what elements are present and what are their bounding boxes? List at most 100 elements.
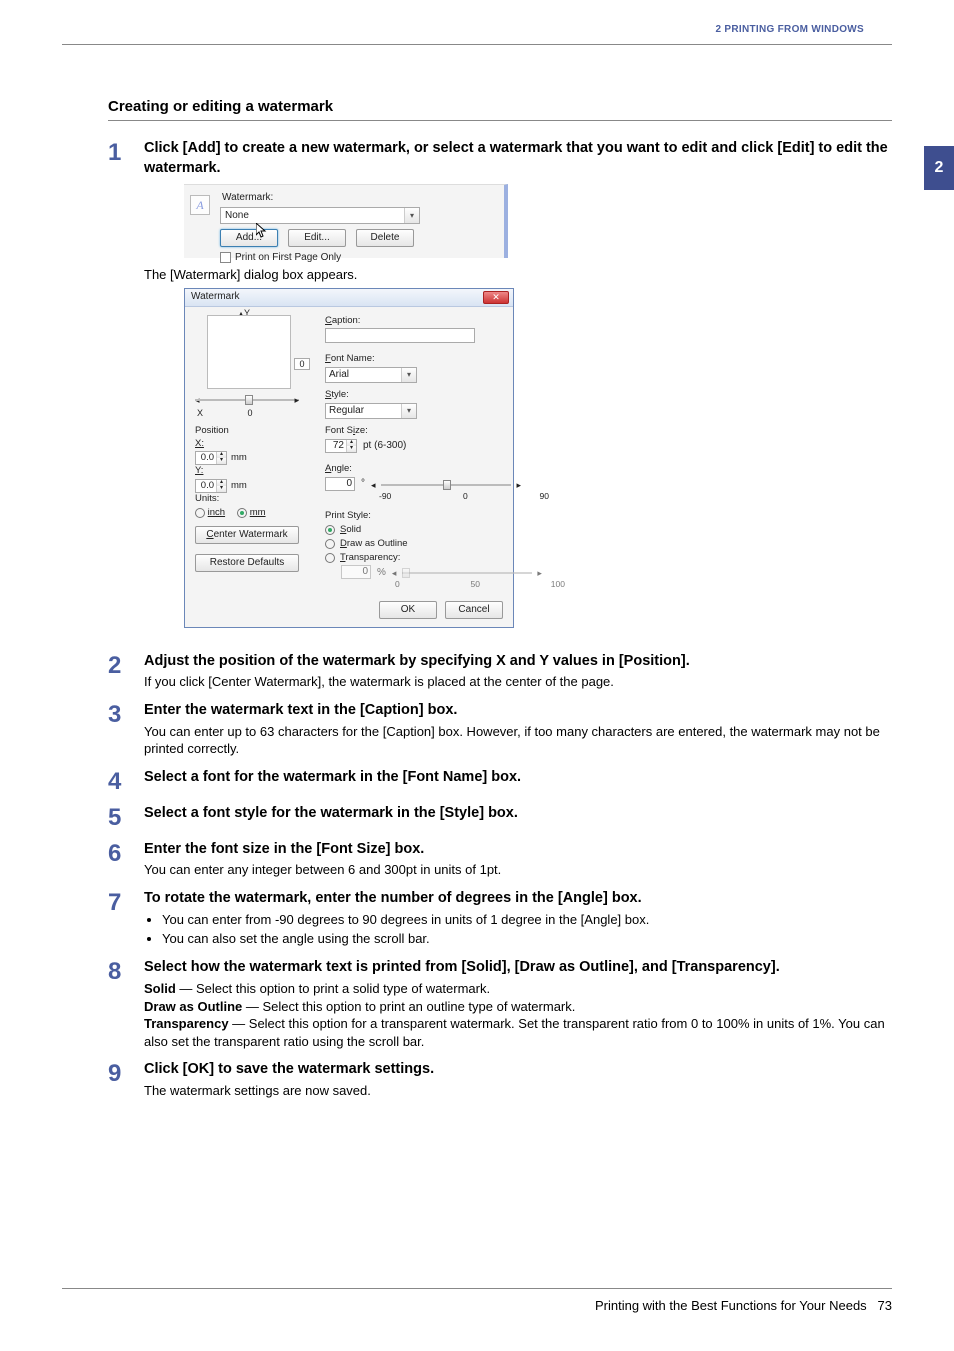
step-2: 2 Adjust the position of the watermark b… — [108, 652, 892, 691]
add-button[interactable]: Add... — [220, 229, 278, 247]
center-watermark-button[interactable]: Center Watermark — [195, 526, 299, 544]
step-9: 9 Click [OK] to save the watermark setti… — [108, 1060, 892, 1099]
unit-mm-radio[interactable] — [237, 508, 247, 518]
step-number: 4 — [108, 768, 144, 794]
step-number: 1 — [108, 139, 144, 642]
trans-0: 0 — [395, 579, 400, 590]
restore-defaults-button[interactable]: Restore Defaults — [195, 554, 299, 572]
step-number: 6 — [108, 840, 144, 879]
step-1-caption: The [Watermark] dialog box appears. — [144, 266, 892, 284]
pos-x-input[interactable]: 0.0▴▾ — [195, 451, 227, 465]
trans-100: 100 — [551, 579, 565, 590]
chapter-header: 2 PRINTING FROM WINDOWS — [0, 24, 954, 42]
fontsize-label: Font Size: — [325, 425, 575, 438]
watermark-preview: 0 — [207, 315, 291, 389]
transparency-pct: % — [377, 566, 386, 580]
x-slider[interactable]: ◂ ▸ — [195, 395, 299, 405]
step-7: 7 To rotate the watermark, enter the num… — [108, 889, 892, 949]
step-number: 3 — [108, 701, 144, 758]
units-label: Units: — [195, 493, 299, 506]
unit-inch-label: inch — [208, 507, 225, 518]
chapter-side-tab: 2 — [924, 146, 954, 190]
angle-mid: 0 — [463, 491, 468, 502]
unit-mm-label: mm — [250, 507, 266, 518]
step-1-head: Click [Add] to create a new watermark, o… — [144, 139, 892, 178]
caption-input[interactable] — [325, 328, 475, 343]
chevron-down-icon: ▾ — [401, 404, 416, 418]
screenshot-watermark-panel: Watermark: None ▾ Add... Edit... Delete … — [184, 184, 508, 258]
screenshot-watermark-dialog: Watermark ✕ ▴ Y 0 ◂ — [184, 288, 514, 628]
pos-y-label: Y: — [195, 465, 299, 478]
step-4: 4 Select a font for the watermark in the… — [108, 768, 892, 794]
style-dropdown[interactable]: Regular▾ — [325, 403, 417, 419]
angle-max: 90 — [540, 491, 549, 502]
ok-button[interactable]: OK — [379, 601, 437, 619]
step-5: 5 Select a font style for the watermark … — [108, 804, 892, 830]
pos-y-unit: mm — [231, 480, 247, 493]
close-icon[interactable]: ✕ — [483, 291, 509, 304]
axis-x-label: X — [197, 407, 203, 419]
printstyle-label: Print Style: — [325, 510, 575, 523]
transparency-label: Transparency: — [340, 552, 400, 565]
page-number: 73 — [878, 1298, 892, 1313]
step-number: 2 — [108, 652, 144, 691]
step-8: 8 Select how the watermark text is print… — [108, 958, 892, 1050]
angle-degree: ° — [361, 477, 365, 491]
step-2-head: Adjust the position of the watermark by … — [144, 652, 892, 672]
transparency-radio[interactable] — [325, 553, 335, 563]
outline-radio[interactable] — [325, 539, 335, 549]
edit-button[interactable]: Edit... — [288, 229, 346, 247]
caption-label: Caption: — [325, 315, 575, 328]
step-9-head: Click [OK] to save the watermark setting… — [144, 1060, 892, 1080]
page-footer: Printing with the Best Functions for You… — [595, 1298, 892, 1313]
preview-zero: 0 — [294, 358, 310, 370]
step-8-transparency: Transparency — Select this option for a … — [144, 1015, 892, 1050]
section-title: Creating or editing a watermark — [108, 98, 892, 121]
unit-inch-radio[interactable] — [195, 508, 205, 518]
step-7-bullet-1: You can enter from -90 degrees to 90 deg… — [162, 911, 892, 929]
step-number: 9 — [108, 1060, 144, 1099]
chevron-down-icon: ▾ — [401, 368, 416, 382]
print-first-page-checkbox[interactable] — [220, 252, 231, 263]
cancel-button[interactable]: Cancel — [445, 601, 503, 619]
step-6-note: You can enter any integer between 6 and … — [144, 861, 892, 879]
watermark-dropdown-value: None — [225, 210, 249, 221]
solid-radio[interactable] — [325, 525, 335, 535]
slider-right-arrow-icon: ▸ — [294, 394, 299, 406]
header-rule — [62, 44, 892, 45]
watermark-icon — [190, 195, 210, 215]
angle-slider[interactable]: ◂▸ — [371, 479, 521, 491]
pos-y-input[interactable]: 0.0▴▾ — [195, 479, 227, 493]
angle-input[interactable]: 0 — [325, 477, 355, 491]
step-number: 5 — [108, 804, 144, 830]
transparency-input[interactable]: 0 — [341, 565, 371, 579]
print-first-page-label: Print on First Page Only — [235, 251, 341, 265]
transparency-slider[interactable]: ◂▸ — [392, 567, 542, 579]
solid-label: Solid — [340, 524, 361, 537]
step-6: 6 Enter the font size in the [Font Size]… — [108, 840, 892, 879]
step-2-note: If you click [Center Watermark], the wat… — [144, 673, 892, 691]
fontsize-unit: pt (6-300) — [363, 439, 406, 453]
step-3-head: Enter the watermark text in the [Caption… — [144, 701, 892, 721]
page-content: Creating or editing a watermark 1 Click … — [108, 98, 892, 1109]
axis-x-zero: 0 — [248, 407, 253, 419]
step-number: 8 — [108, 958, 144, 1050]
angle-label: Angle: — [325, 463, 575, 476]
step-6-head: Enter the font size in the [Font Size] b… — [144, 840, 892, 860]
fontsize-input[interactable]: 72▴▾ — [325, 439, 357, 453]
step-1: 1 Click [Add] to create a new watermark,… — [108, 139, 892, 642]
step-8-solid: Solid — Select this option to print a so… — [144, 980, 892, 998]
step-3: 3 Enter the watermark text in the [Capti… — [108, 701, 892, 758]
fontname-dropdown[interactable]: Arial▾ — [325, 367, 417, 383]
step-9-note: The watermark settings are now saved. — [144, 1082, 892, 1100]
pos-x-label: X: — [195, 438, 299, 451]
footer-rule — [62, 1288, 892, 1289]
watermark-dropdown[interactable]: None ▾ — [220, 207, 420, 224]
dialog-title: Watermark — [191, 290, 240, 304]
delete-button[interactable]: Delete — [356, 229, 414, 247]
step-7-head: To rotate the watermark, enter the numbe… — [144, 889, 892, 909]
trans-50: 50 — [471, 579, 480, 590]
step-7-bullet-2: You can also set the angle using the scr… — [162, 930, 892, 948]
pos-x-unit: mm — [231, 452, 247, 465]
step-3-note: You can enter up to 63 characters for th… — [144, 723, 892, 758]
